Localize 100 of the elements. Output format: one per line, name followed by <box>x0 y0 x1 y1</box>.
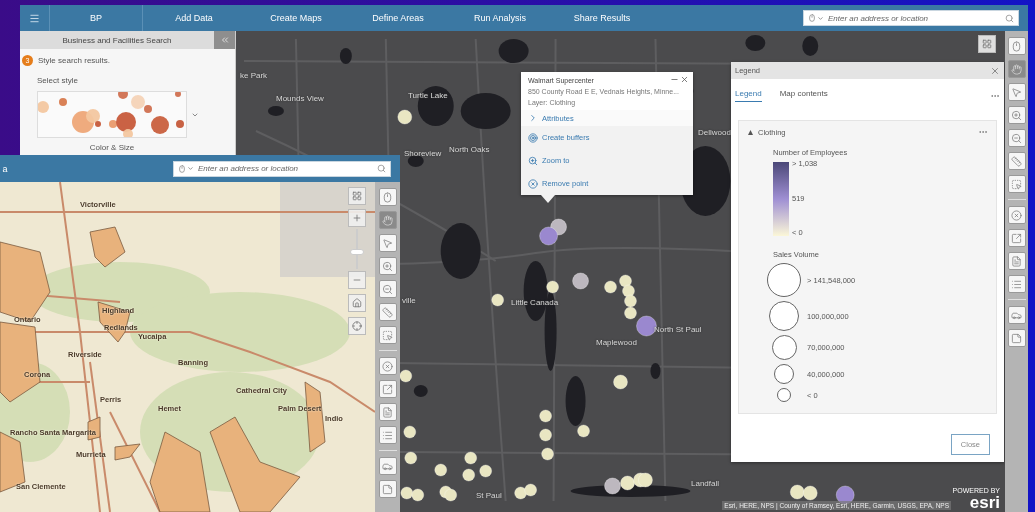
map-point[interactable] <box>619 274 632 288</box>
list-icon <box>382 429 393 441</box>
map-point[interactable] <box>411 488 425 502</box>
zoom-out-icon <box>1011 132 1022 144</box>
map-point[interactable] <box>400 486 414 500</box>
mouse-icon <box>1011 40 1022 52</box>
tool-button[interactable] <box>1007 83 1026 101</box>
close-icon[interactable] <box>990 65 1000 76</box>
hand-icon <box>1011 63 1022 75</box>
tool-button[interactable] <box>378 326 397 344</box>
map-point[interactable] <box>514 486 528 500</box>
zoom-in-icon <box>528 155 538 166</box>
slider-thumb[interactable] <box>350 249 364 256</box>
double-chevron-icon <box>219 35 230 45</box>
map-point[interactable] <box>462 468 476 482</box>
tool-button[interactable] <box>1007 129 1026 147</box>
map-point[interactable] <box>577 424 591 438</box>
tool-button[interactable] <box>378 257 397 275</box>
home-button[interactable] <box>348 294 366 312</box>
ruler-icon <box>1011 155 1022 167</box>
tool-button[interactable] <box>1007 329 1026 347</box>
place-label: Dellwood <box>698 128 731 137</box>
nav-item[interactable]: Define Areas <box>347 5 449 31</box>
nav-item[interactable]: Add Data <box>143 5 245 31</box>
close-icon[interactable] <box>680 75 689 84</box>
grid-icon <box>352 191 362 201</box>
lake-shape <box>407 155 424 167</box>
map-point[interactable] <box>604 477 621 495</box>
nav-item[interactable]: Create Maps <box>245 5 347 31</box>
tool-button[interactable] <box>1007 206 1026 224</box>
tool-button[interactable] <box>1007 60 1026 78</box>
tool-button[interactable] <box>378 457 397 475</box>
map-point[interactable] <box>546 280 560 294</box>
tool-button[interactable] <box>378 234 397 252</box>
lake-shape <box>440 223 481 279</box>
circle-x-icon <box>1011 209 1022 221</box>
crosshair-icon <box>352 321 362 331</box>
tool-button[interactable] <box>1007 275 1026 293</box>
size-symbol <box>774 364 794 384</box>
map-point[interactable] <box>464 451 478 465</box>
map-point[interactable] <box>604 280 617 294</box>
map-point[interactable] <box>434 463 448 477</box>
nav-item[interactable]: a <box>0 155 10 182</box>
tool-button[interactable] <box>1007 106 1026 124</box>
tool-button[interactable] <box>1007 229 1026 247</box>
note-icon <box>1011 332 1022 344</box>
map-point[interactable] <box>624 294 637 308</box>
panel-title: Business and Facilities Search <box>61 34 173 47</box>
tool-button[interactable] <box>378 280 397 298</box>
map-point[interactable] <box>397 109 413 125</box>
map-point[interactable] <box>802 485 818 501</box>
map-point[interactable] <box>638 472 653 488</box>
tool-button[interactable] <box>1007 152 1026 170</box>
map-point[interactable] <box>404 451 418 465</box>
expand-triangle-icon[interactable] <box>748 129 753 135</box>
search-field[interactable]: Enter an address or location <box>173 160 391 177</box>
map-point[interactable] <box>613 374 628 390</box>
share-icon <box>382 383 393 395</box>
place-label: Maplewood <box>596 338 637 347</box>
map-point[interactable] <box>399 369 413 383</box>
map-point[interactable] <box>539 409 553 423</box>
legend-tab[interactable]: Legend <box>735 89 762 102</box>
tool-button[interactable] <box>378 403 397 421</box>
size-symbol <box>769 301 799 331</box>
nav-item[interactable]: Share Results <box>551 5 653 31</box>
tool-button[interactable] <box>1007 306 1026 324</box>
map-point[interactable] <box>444 488 458 502</box>
place-label: Little Canada <box>511 298 559 307</box>
grid-icon <box>982 39 992 49</box>
tool-button[interactable] <box>378 211 397 229</box>
lake-shape <box>745 35 766 51</box>
note-icon <box>382 483 393 495</box>
tool-button[interactable] <box>1007 175 1026 193</box>
search-field[interactable]: Enter an address or location <box>803 10 1019 26</box>
map-point[interactable] <box>620 475 635 491</box>
map-point[interactable] <box>479 464 493 478</box>
ruler-icon <box>382 306 393 318</box>
map-point[interactable] <box>491 293 505 307</box>
tool-button[interactable] <box>378 303 397 321</box>
locate-button[interactable] <box>348 317 366 335</box>
basemap-button[interactable] <box>348 187 366 205</box>
map-point[interactable] <box>624 306 637 320</box>
list-icon <box>1011 278 1022 290</box>
map-point[interactable] <box>789 484 805 500</box>
chevron-right-icon <box>528 113 538 123</box>
style-preview[interactable] <box>37 91 187 138</box>
nav-item[interactable]: Run Analysis <box>449 5 551 31</box>
map-point[interactable] <box>541 447 555 461</box>
map-point[interactable] <box>539 428 553 442</box>
lake-shape <box>565 376 586 426</box>
basemap-button[interactable] <box>978 35 996 53</box>
legend-tab[interactable]: Map contents <box>779 89 828 102</box>
map-point[interactable] <box>403 425 417 439</box>
select-box-icon <box>1011 178 1022 190</box>
tool-button[interactable] <box>378 188 397 206</box>
map-point[interactable] <box>524 483 538 497</box>
tool-button[interactable] <box>1007 252 1026 270</box>
place-label: North Oaks <box>449 145 490 154</box>
tool-button[interactable] <box>378 426 397 444</box>
tool-button[interactable] <box>1007 37 1026 55</box>
